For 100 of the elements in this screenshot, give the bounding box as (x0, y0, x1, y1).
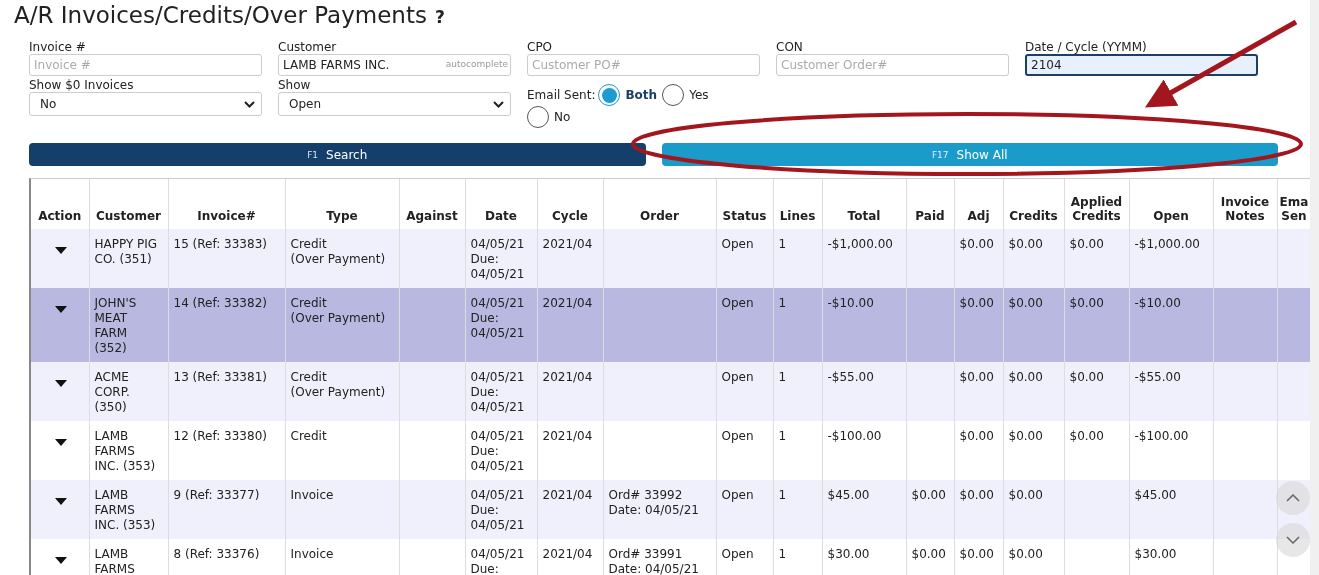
table-cell: $0.00 (1069, 296, 1104, 310)
table-cell: $0.00 (959, 296, 994, 310)
dropdown-caret-icon[interactable] (55, 439, 68, 446)
dropdown-caret-icon[interactable] (55, 498, 68, 505)
help-link[interactable]: ? (434, 7, 445, 27)
field-label: Invoice # (29, 40, 87, 54)
table-cell: $0.00 (959, 237, 994, 251)
table-cell: $0.00 (1008, 370, 1043, 384)
table-cell: 15 (Ref: 33383) (173, 237, 267, 251)
dropdown-caret-icon[interactable] (55, 557, 68, 564)
table-cell: 12 (Ref: 33380) (173, 429, 267, 443)
table-cell: 04/05/21 Due: 04/05/21 (470, 488, 525, 532)
table-cell: $30.00 (827, 547, 870, 561)
scrollbar[interactable] (1310, 0, 1319, 575)
table-cell: $0.00 (959, 429, 994, 443)
table-row[interactable]: LAMB FARMS 8 (Ref: 33376) Invoice 04/05/21 Due: 2021/04 Ord# 33991 Date: 04/05/21 Open 1 $30.00 $0.00 $0.00 $0.00 $30.00 (31, 539, 1311, 575)
table-cell: Credit (Over Payment) (290, 296, 386, 325)
radio-button[interactable] (598, 84, 621, 106)
text-field[interactable]: Customer Order# (776, 54, 1009, 76)
text-field[interactable]: Customer PO# (527, 54, 760, 76)
table-cell: -$10.00 (1134, 296, 1181, 310)
chevron-up-icon (1286, 494, 1300, 502)
search-button[interactable]: F1 Search (29, 143, 646, 166)
table-cell: 1 (778, 488, 787, 502)
table-cell: $45.00 (827, 488, 870, 502)
table-cell: 04/05/21 Due: 04/05/21 (470, 370, 525, 414)
table-cell: 2021/04 (542, 237, 593, 251)
table-cell: 13 (Ref: 33381) (173, 370, 267, 384)
table-cell: Open (721, 429, 754, 443)
table-cell: HAPPY PIG CO. (351) (94, 237, 158, 266)
table-cell: Credit (Over Payment) (290, 370, 386, 399)
table-cell: -$10.00 (827, 296, 874, 310)
table-cell: 2021/04 (542, 370, 593, 384)
table-cell: -$1,000.00 (827, 237, 893, 251)
table-cell: Ord# 33992 Date: 04/05/21 (608, 488, 699, 517)
table-row[interactable]: LAMB FARMS INC. (353) 12 (Ref: 33380) Credit 04/05/21 Due: 04/05/21 2021/04 Open 1 -$100.00 $0.00 $0.00 $0.00 -$100.00 (31, 421, 1311, 480)
table-cell: $0.00 (959, 488, 994, 502)
table-cell: 2021/04 (542, 429, 593, 443)
table-cell: LAMB FARMS (94, 547, 135, 575)
table-cell: $0.00 (959, 547, 994, 561)
text-field[interactable]: 2104 (1025, 54, 1258, 76)
table-cell: -$100.00 (827, 429, 882, 443)
dropdown[interactable]: Open (278, 92, 511, 116)
table-cell: $0.00 (959, 370, 994, 384)
table-cell: 04/05/21 Due: 04/05/21 (470, 296, 525, 340)
field-label: CPO (527, 40, 554, 54)
table-cell: $0.00 (1069, 370, 1104, 384)
table-cell: 1 (778, 370, 787, 384)
dropdown[interactable]: No (29, 92, 262, 116)
radio-button[interactable] (662, 84, 685, 106)
chevron-down-icon (493, 100, 504, 108)
table-row[interactable]: ACME CORP. (350) 13 (Ref: 33381) Credit (Over Payment) 04/05/21 Due: 04/05/21 2021/04 Open 1 -$55.00 $0.00 $0.00 $0.00 -$55.00 (31, 362, 1311, 421)
field-label: Customer (278, 40, 338, 54)
page-title: A/R Invoices/Credits/Over Payments (14, 2, 427, 28)
table-cell: 1 (778, 296, 787, 310)
table-cell: Invoice (290, 488, 334, 502)
chevron-down-icon (244, 100, 255, 108)
table-row[interactable]: JOHN'S MEAT FARM (352) 14 (Ref: 33382) Credit (Over Payment) 04/05/21 Due: 04/05/21 2021/04 Open 1 -$10.00 $0.00 $0.00 $0.00 -$10.00 (31, 288, 1311, 362)
table-cell: 1 (778, 237, 787, 251)
text-field[interactable]: Invoice # (29, 54, 262, 76)
table-cell: 2021/04 (542, 488, 593, 502)
table-cell: Credit (290, 429, 327, 443)
table-cell: ACME CORP. (350) (94, 370, 130, 414)
table-cell: Open (721, 488, 754, 502)
dropdown-caret-icon[interactable] (55, 380, 68, 387)
table-cell: 8 (Ref: 33376) (173, 547, 260, 561)
table-cell: $0.00 (1008, 296, 1043, 310)
table-cell: $0.00 (1069, 237, 1104, 251)
table-row[interactable]: LAMB FARMS INC. (353) 9 (Ref: 33377) Invoice 04/05/21 Due: 04/05/21 2021/04 Ord# 33992 Date: 04/05/21 Open 1 $45.00 $0.00 $0.00 $0.00 $45.00 (31, 480, 1311, 539)
dropdown-caret-icon[interactable] (55, 306, 68, 313)
scroll-down-button[interactable] (1276, 523, 1310, 557)
table-cell: 04/05/21 Due: (470, 547, 525, 575)
table-cell: $0.00 (1008, 237, 1043, 251)
table-cell: $0.00 (1008, 547, 1043, 561)
field-label: Show $0 Invoices (29, 78, 135, 92)
table-cell: LAMB FARMS INC. (353) (94, 488, 156, 532)
field-label: Email Sent: (527, 88, 596, 102)
table-row[interactable]: HAPPY PIG CO. (351) 15 (Ref: 33383) Credit (Over Payment) 04/05/21 Due: 04/05/21 2021/04 Open 1 -$1,000.00 $0.00 $0.00 $0.00 -$1,000.00 (31, 229, 1311, 288)
field-hint: autocomplete (445, 59, 508, 69)
table-cell: -$100.00 (1134, 429, 1189, 443)
table-cell: Open (721, 547, 754, 561)
dropdown-caret-icon[interactable] (55, 247, 68, 254)
table-cell: -$1,000.00 (1134, 237, 1200, 251)
table-cell: $0.00 (911, 488, 946, 502)
table-cell: $45.00 (1134, 488, 1177, 502)
table-cell: -$55.00 (827, 370, 874, 384)
radio-label[interactable]: Both (623, 88, 660, 102)
table-cell: 2021/04 (542, 296, 593, 310)
table-cell: 1 (778, 547, 787, 561)
table-cell: 14 (Ref: 33382) (173, 296, 267, 310)
table-cell: 1 (778, 429, 787, 443)
radio-label[interactable]: No (552, 110, 573, 124)
table-cell: $0.00 (1008, 488, 1043, 502)
table-cell: 9 (Ref: 33377) (173, 488, 260, 502)
table-cell: $30.00 (1134, 547, 1177, 561)
radio-label[interactable]: Yes (687, 88, 711, 102)
radio-button[interactable] (527, 106, 549, 128)
table-cell: Invoice (290, 547, 334, 561)
table-cell: Credit (Over Payment) (290, 237, 386, 266)
table-cell: Open (721, 237, 754, 251)
